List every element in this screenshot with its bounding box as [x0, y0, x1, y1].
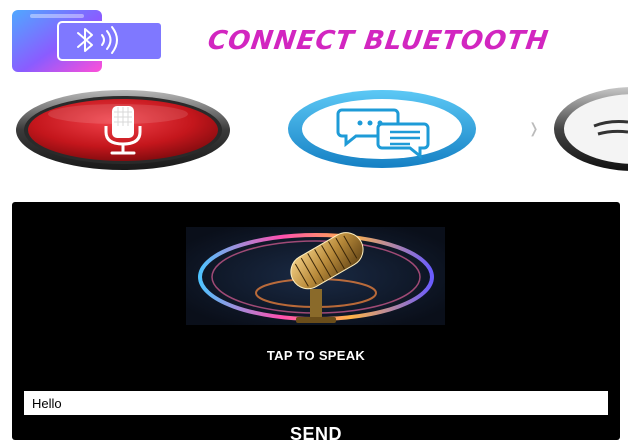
voice-mode-button[interactable]: [14, 88, 232, 172]
message-input[interactable]: [24, 391, 608, 415]
third-mode-button[interactable]: [554, 86, 628, 172]
mode-selector: ❭: [0, 84, 628, 176]
neon-microphone-icon[interactable]: [186, 227, 445, 325]
app-title: CONNECT BLUETOOTH: [205, 26, 551, 56]
chevron-right-icon: ❭: [528, 120, 540, 136]
send-button[interactable]: SEND: [12, 424, 620, 445]
speech-panel: TAP TO SPEAK SEND: [12, 202, 620, 444]
bluetooth-phone-icon[interactable]: [10, 8, 166, 74]
tap-to-speak-label[interactable]: TAP TO SPEAK: [12, 348, 620, 363]
chat-mode-button[interactable]: [286, 88, 478, 170]
